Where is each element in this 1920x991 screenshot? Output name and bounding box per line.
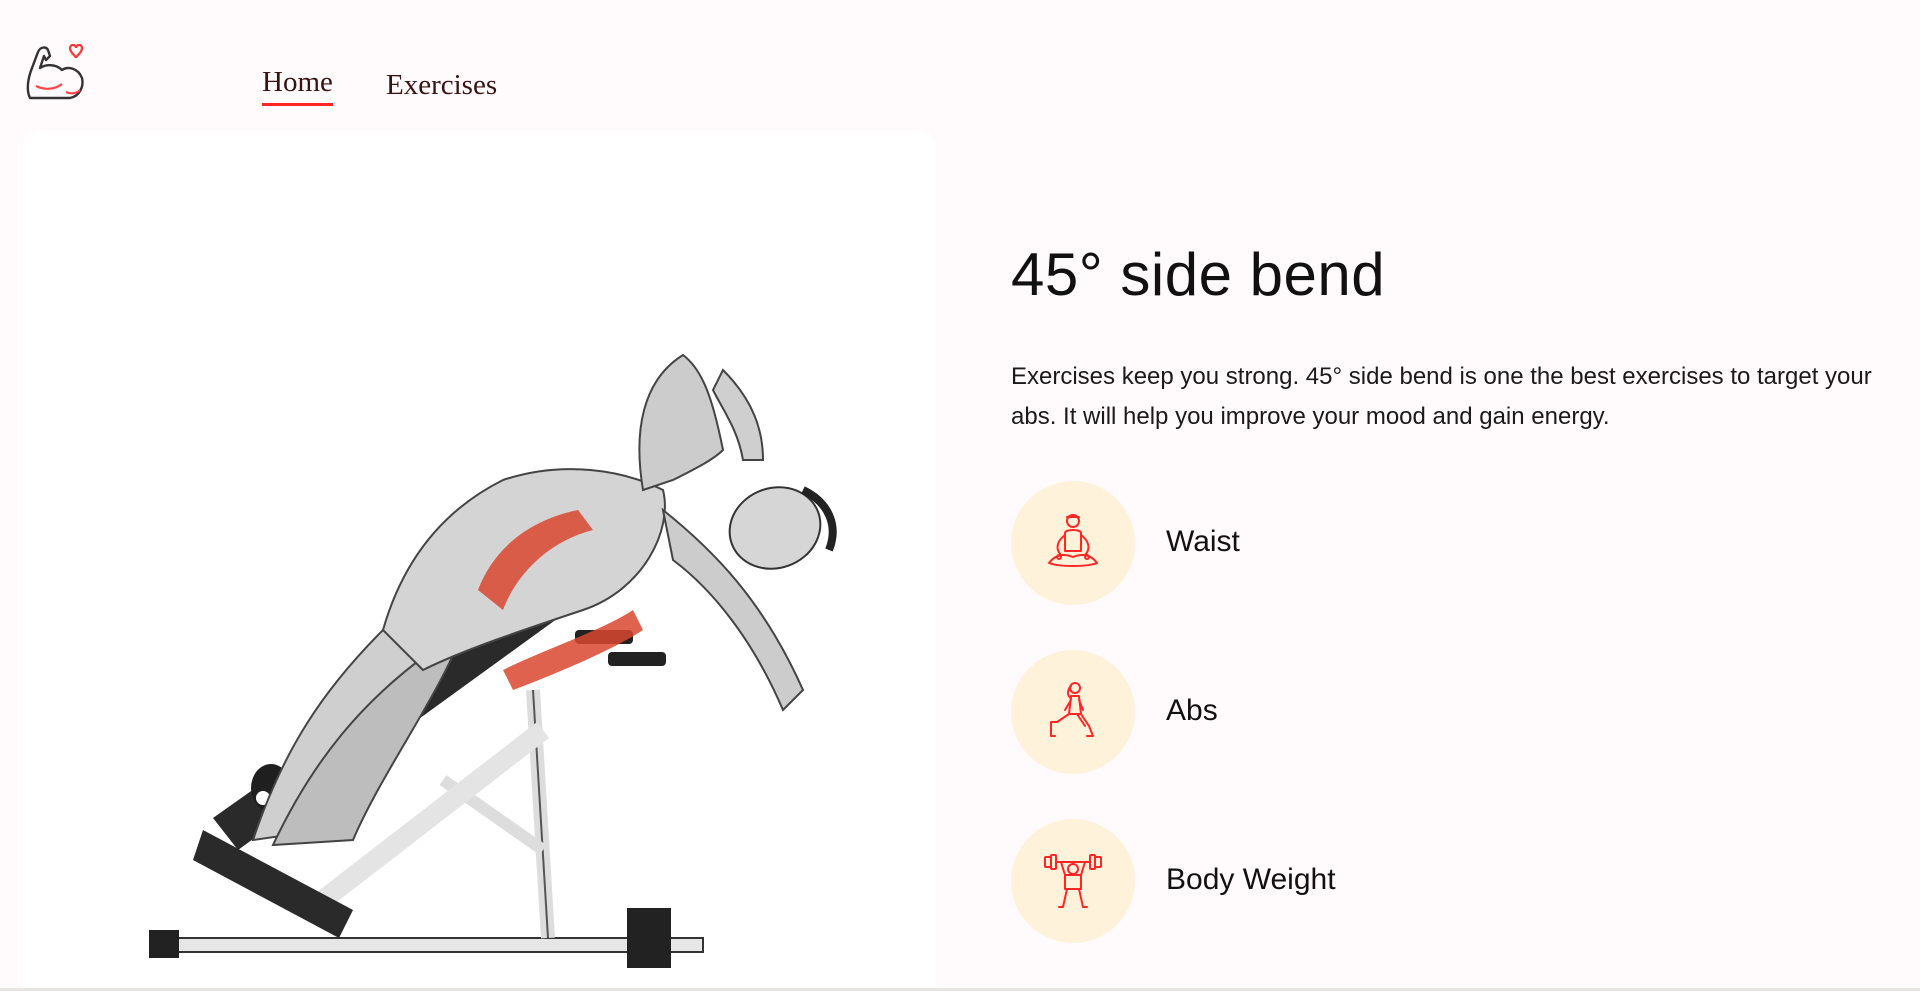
logo[interactable] (24, 38, 86, 104)
navbar: Home Exercises (0, 0, 1920, 130)
exercise-description: Exercises keep you strong. 45° side bend… (1011, 363, 1872, 430)
tag-label: Abs (1166, 694, 1218, 727)
tag-label: Waist (1166, 525, 1240, 558)
tag-circle (1011, 819, 1135, 943)
tag-label: Body Weight (1166, 863, 1336, 896)
exercise-illustration (149, 353, 837, 968)
flexed-arm-logo-icon (26, 43, 84, 100)
nav-exercises-link[interactable]: Exercises (386, 69, 497, 102)
tag-body-weight: Body Weight (1011, 819, 1611, 943)
exercise-image-card (23, 130, 936, 991)
weightlifter-icon (1044, 854, 1102, 908)
lunge-icon (1050, 682, 1094, 737)
exercise-title: 45° side bend (1011, 241, 1386, 308)
tag-abs: Abs (1011, 650, 1611, 774)
tag-waist: Waist (1011, 481, 1611, 605)
nav-home-link[interactable]: Home (262, 66, 333, 106)
tag-circle (1011, 650, 1135, 774)
meditation-icon (1048, 514, 1098, 567)
tag-circle (1011, 481, 1135, 605)
